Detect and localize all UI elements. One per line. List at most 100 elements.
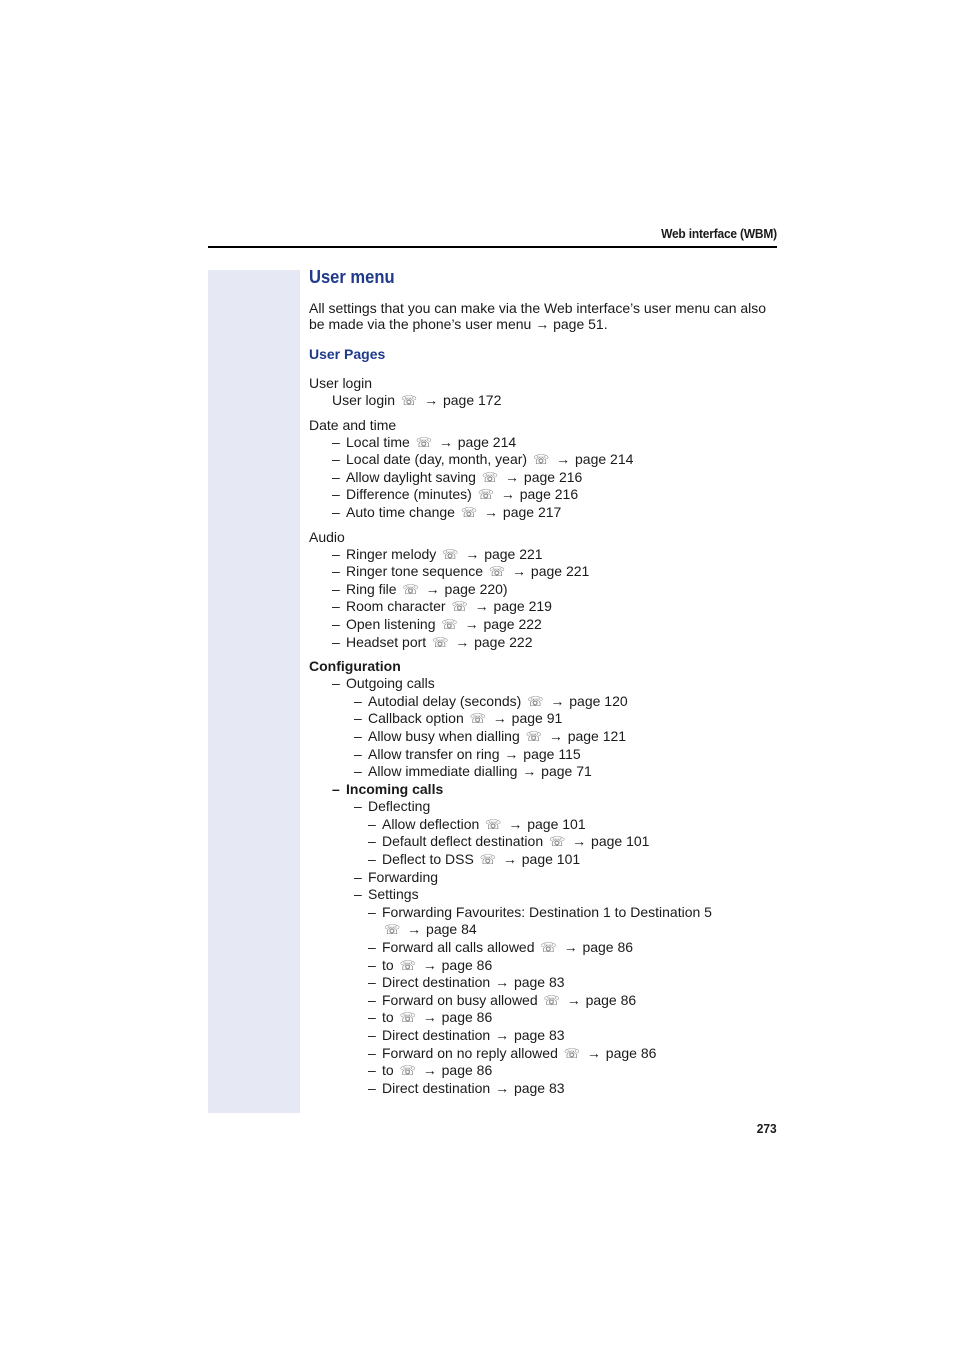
menu-item: – Ringer melody ☏ → page 221 bbox=[309, 546, 779, 564]
dash-bullet: – bbox=[368, 833, 376, 850]
margin-sidebar bbox=[208, 270, 300, 1113]
phone-icon: ☏ bbox=[525, 728, 542, 744]
item-label: Outgoing calls bbox=[346, 675, 435, 692]
phone-icon: ☏ bbox=[384, 922, 401, 938]
arrow-right-icon: → bbox=[424, 392, 439, 408]
page-reference[interactable]: page 216 bbox=[516, 486, 578, 502]
item-label: Allow daylight saving bbox=[346, 468, 476, 485]
menu-item: – Forward on busy allowed ☏ → page 86 bbox=[309, 992, 779, 1010]
menu-item: – Default deflect destination ☏ → page 10… bbox=[309, 833, 779, 851]
menu-item: – Difference (minutes) ☏ → page 216 bbox=[309, 486, 779, 504]
item-label: Forward on no reply allowed bbox=[382, 1044, 558, 1061]
item-label: Allow transfer on ring bbox=[368, 745, 500, 762]
phone-icon: ☏ bbox=[532, 452, 550, 468]
page-reference[interactable]: page 101 bbox=[523, 816, 585, 832]
page-reference[interactable]: page 91 bbox=[508, 710, 563, 726]
arrow-right-icon: → bbox=[455, 633, 470, 650]
group-label: Date and time bbox=[309, 416, 397, 433]
menu-item: – Local time ☏ → page 214 bbox=[309, 434, 779, 452]
menu-group: Date and time – Local time ☏ → page 214– Lo… bbox=[309, 417, 779, 522]
phone-icon: ☏ bbox=[451, 599, 468, 615]
page-reference[interactable]: page 220) bbox=[441, 581, 508, 597]
page-reference[interactable]: page 86 bbox=[602, 1045, 657, 1061]
main-content: User menu All settings that you can make… bbox=[309, 266, 779, 1104]
phone-icon: ☏ bbox=[563, 1045, 581, 1061]
page-reference[interactable]: page 222 bbox=[480, 616, 541, 632]
item-label: to bbox=[382, 1062, 394, 1079]
item-label: Forwarding bbox=[368, 868, 439, 885]
dash-bullet: – bbox=[354, 710, 362, 727]
item-label: Local date (day, month, year) bbox=[346, 451, 528, 468]
page-reference[interactable]: page 214 bbox=[571, 451, 633, 467]
phone-icon: ☏ bbox=[479, 852, 496, 868]
dash-bullet: – bbox=[354, 763, 362, 780]
page-reference[interactable]: page 86 bbox=[582, 992, 637, 1008]
running-header: Web interface (WBM) bbox=[661, 226, 777, 241]
section-title: User menu bbox=[309, 267, 395, 287]
arrow-right-icon: → bbox=[566, 991, 581, 1008]
arrow-right-icon: → bbox=[495, 1027, 510, 1043]
item-label: Ring file bbox=[346, 580, 397, 597]
item-label: Allow deflection bbox=[382, 815, 480, 832]
dash-bullet: – bbox=[332, 486, 340, 503]
dash-bullet: – bbox=[332, 545, 340, 562]
menu-item: – Forward all calls allowed ☏ → page 86 bbox=[309, 939, 779, 957]
item-label: Deflect to DSS bbox=[382, 851, 474, 868]
dash-bullet: – bbox=[368, 903, 376, 920]
dash-bullet: – bbox=[368, 1079, 376, 1096]
group-label: Configuration bbox=[309, 658, 401, 675]
page-reference[interactable]: page 219 bbox=[490, 598, 552, 614]
phone-icon: ☏ bbox=[469, 711, 486, 727]
page-reference[interactable]: page 172 bbox=[439, 392, 501, 408]
item-label: Callback option bbox=[368, 710, 464, 727]
phone-icon: ☏ bbox=[402, 581, 419, 597]
page-reference[interactable]: page 101 bbox=[587, 833, 649, 849]
phone-icon: ☏ bbox=[477, 487, 494, 503]
page-reference[interactable]: page 86 bbox=[438, 1009, 493, 1025]
page-reference[interactable]: page 222 bbox=[470, 634, 532, 650]
item-label: Direct destination bbox=[382, 974, 491, 991]
page-reference[interactable]: page 120 bbox=[565, 693, 627, 709]
page-reference[interactable]: page 221 bbox=[527, 563, 589, 579]
page-reference[interactable]: page 217 bbox=[499, 504, 561, 520]
page-reference[interactable]: page 214 bbox=[454, 434, 516, 450]
page-reference[interactable]: page 84 bbox=[422, 921, 477, 937]
arrow-right-icon: → bbox=[465, 545, 480, 562]
item-label: Ringer tone sequence bbox=[346, 563, 483, 580]
page-reference[interactable]: page 86 bbox=[438, 1062, 493, 1078]
menu-item: – Room character ☏ → page 219 bbox=[309, 598, 779, 616]
page-reference[interactable]: page 83 bbox=[510, 1027, 565, 1043]
page-reference[interactable]: page 71 bbox=[537, 763, 592, 779]
phone-icon: ☏ bbox=[485, 816, 502, 832]
page-reference[interactable]: page 101 bbox=[518, 851, 580, 867]
dash-bullet: – bbox=[354, 886, 362, 903]
page-reference[interactable]: page 83 bbox=[510, 974, 565, 990]
dash-bullet: – bbox=[354, 868, 362, 885]
page-reference[interactable]: page 121 bbox=[564, 728, 626, 744]
page-reference[interactable]: page 83 bbox=[510, 1080, 565, 1096]
menu-item: – Direct destination → page 83 bbox=[309, 974, 779, 992]
arrow-right-icon: → bbox=[422, 956, 437, 973]
dash-bullet: – bbox=[332, 451, 340, 468]
group-label: User login bbox=[309, 375, 373, 391]
dash-bullet: – bbox=[368, 991, 376, 1008]
page-reference[interactable]: page 216 bbox=[520, 469, 582, 485]
menu-item: – Direct destination → page 83 bbox=[309, 1027, 779, 1045]
page-reference[interactable]: page 221 bbox=[480, 546, 542, 562]
menu-item: – Open listening ☏ → page 222 bbox=[309, 616, 779, 634]
page-reference[interactable]: page 86 bbox=[579, 939, 633, 955]
arrow-right-icon: → bbox=[407, 921, 422, 938]
dash-bullet: – bbox=[354, 745, 362, 762]
phone-icon: ☏ bbox=[400, 393, 418, 408]
phone-icon: ☏ bbox=[488, 564, 506, 580]
phone-icon: ☏ bbox=[543, 992, 560, 1008]
dash-bullet: – bbox=[368, 1027, 376, 1043]
menu-item: – to ☏ → page 86 bbox=[309, 957, 779, 975]
page-reference[interactable]: page 115 bbox=[519, 746, 580, 762]
dash-bullet: – bbox=[368, 1062, 376, 1079]
item-label: Forwarding Favourites: Destination 1 to … bbox=[382, 903, 712, 920]
item-label: Autodial delay (seconds) bbox=[368, 692, 522, 709]
dash-bullet: – bbox=[368, 1044, 376, 1061]
page-reference[interactable]: page 86 bbox=[438, 957, 493, 973]
arrow-right-icon: → bbox=[500, 486, 515, 503]
